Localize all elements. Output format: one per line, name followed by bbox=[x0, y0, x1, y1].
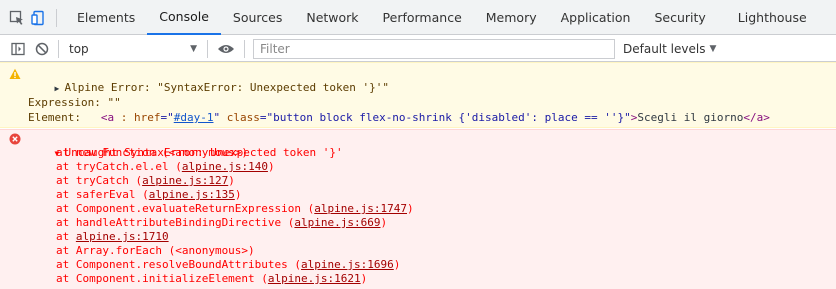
stack-frame: at alpine.js:1710 bbox=[56, 230, 169, 244]
stack-frame: at handleAttributeBindingDirective (alpi… bbox=[56, 216, 387, 230]
element-text: Scegli il giorno bbox=[637, 111, 744, 124]
expression-label: Expression: bbox=[28, 96, 108, 109]
toolbar-divider bbox=[207, 39, 208, 58]
tab-elements[interactable]: Elements bbox=[65, 0, 147, 35]
element-end-tag: </a> bbox=[743, 111, 770, 124]
expression-value: "" bbox=[107, 96, 121, 109]
tab-performance[interactable]: Performance bbox=[371, 0, 474, 35]
warning-title: Alpine Error: "SyntaxError: Unexpected t… bbox=[64, 81, 390, 94]
source-link[interactable]: alpine.js:140 bbox=[182, 160, 268, 173]
tab-network[interactable]: Network bbox=[294, 0, 370, 35]
warning-expression-row: Expression: "" bbox=[28, 96, 121, 110]
source-link[interactable]: alpine.js:1747 bbox=[314, 202, 407, 215]
element-href-eq: =" bbox=[160, 111, 174, 124]
show-sidebar-icon[interactable] bbox=[6, 37, 30, 61]
warning-element-row: Element: <a : href="#day-1" class="butto… bbox=[28, 111, 770, 125]
stack-frame-text: at Array.forEach (<anonymous>) bbox=[56, 244, 255, 257]
warning-icon bbox=[9, 68, 21, 80]
stack-frame: at Array.forEach (<anonymous>) bbox=[56, 244, 255, 258]
clear-console-icon[interactable] bbox=[30, 37, 54, 61]
console-toolbar: top ▼ Filter Default levels ▼ bbox=[0, 36, 836, 62]
stack-frame: at Component.initializeElement (alpine.j… bbox=[56, 272, 367, 286]
stack-frame: at Component.resolveBoundAttributes (alp… bbox=[56, 258, 400, 272]
stack-frame-text: at bbox=[56, 230, 76, 243]
toolbar-divider bbox=[244, 39, 245, 58]
stack-frame-suffix: ) bbox=[393, 258, 401, 271]
log-levels-dropdown[interactable]: Default levels ▼ bbox=[623, 42, 716, 56]
stack-frame-text: at Component.resolveBoundAttributes ( bbox=[56, 258, 302, 271]
live-expression-eye-icon[interactable] bbox=[212, 37, 240, 61]
element-tag-open: <a bbox=[100, 111, 115, 124]
tab-console[interactable]: Console bbox=[147, 0, 221, 35]
element-node[interactable]: <a : href="#day-1" class="button block f… bbox=[101, 111, 770, 124]
stack-frame-text: at new Function (<anonymous>) bbox=[56, 146, 249, 159]
stack-frame: at tryCatch (alpine.js:127) bbox=[56, 174, 235, 188]
stack-frame: at new Function (<anonymous>) bbox=[56, 146, 248, 160]
stack-frame-text: at tryCatch ( bbox=[56, 174, 143, 187]
source-link[interactable]: alpine.js:1621 bbox=[268, 272, 361, 285]
console-warning-message: ▶ Alpine Error: "SyntaxError: Unexpected … bbox=[0, 62, 836, 128]
stack-frame: at tryCatch.el.el (alpine.js:140) bbox=[56, 160, 275, 174]
filter-input[interactable]: Filter bbox=[253, 38, 615, 59]
tab-lighthouse[interactable]: Lighthouse bbox=[718, 0, 819, 35]
stack-frame-suffix: ) bbox=[267, 160, 275, 173]
source-link[interactable]: alpine.js:669 bbox=[294, 216, 380, 229]
filter-placeholder: Filter bbox=[260, 41, 290, 56]
error-icon bbox=[9, 133, 21, 145]
element-class-value: ="button block flex-no-shrink {'disabled… bbox=[259, 111, 631, 124]
context-value: top bbox=[69, 41, 89, 56]
element-class-name: class bbox=[220, 111, 260, 124]
element-label: Element: bbox=[28, 111, 101, 124]
devtools-tabbar: Elements Console Sources Network Perform… bbox=[0, 0, 836, 35]
stack-frame-text: at tryCatch.el.el ( bbox=[56, 160, 182, 173]
caret-down-icon: ▼ bbox=[709, 43, 717, 54]
tab-memory[interactable]: Memory bbox=[474, 0, 549, 35]
stack-frame-text: at saferEval ( bbox=[56, 188, 149, 201]
console-error-message: ▼ Uncaught SyntaxError: Unexpected token … bbox=[0, 129, 836, 289]
stack-frame: at saferEval (alpine.js:135) bbox=[56, 188, 241, 202]
source-link[interactable]: alpine.js:135 bbox=[149, 188, 235, 201]
tab-sources[interactable]: Sources bbox=[221, 0, 294, 35]
source-link[interactable]: alpine.js:1710 bbox=[76, 230, 169, 243]
expand-triangle-icon[interactable]: ▶ bbox=[55, 82, 65, 96]
toolbar-divider bbox=[58, 39, 59, 58]
tab-security[interactable]: Security bbox=[642, 0, 717, 35]
element-href-link[interactable]: #day-1 bbox=[174, 111, 214, 124]
log-levels-label: Default levels bbox=[623, 41, 706, 56]
stack-frame-text: at Component.initializeElement ( bbox=[56, 272, 268, 285]
stack-frame-suffix: ) bbox=[380, 216, 388, 229]
stack-frame-text: at handleAttributeBindingDirective ( bbox=[56, 216, 295, 229]
source-link[interactable]: alpine.js:127 bbox=[142, 174, 228, 187]
stack-frame-text: at Component.evaluateReturnExpression ( bbox=[56, 202, 315, 215]
stack-frame-suffix: ) bbox=[228, 174, 235, 187]
stack-frame-suffix: ) bbox=[234, 188, 242, 201]
inspect-element-icon[interactable] bbox=[6, 0, 28, 35]
element-colon: : bbox=[114, 111, 134, 124]
stack-frame-suffix: ) bbox=[407, 202, 414, 215]
caret-down-icon: ▼ bbox=[190, 43, 197, 54]
stack-frame-suffix: ) bbox=[360, 272, 368, 285]
source-link[interactable]: alpine.js:1696 bbox=[301, 258, 394, 271]
toolbar-divider bbox=[56, 9, 57, 27]
stack-frame: at Component.evaluateReturnExpression (a… bbox=[56, 202, 414, 216]
tab-application[interactable]: Application bbox=[549, 0, 643, 35]
context-selector[interactable]: top ▼ bbox=[63, 39, 203, 59]
device-toolbar-icon[interactable] bbox=[28, 0, 50, 35]
element-href-name: href bbox=[133, 111, 161, 124]
